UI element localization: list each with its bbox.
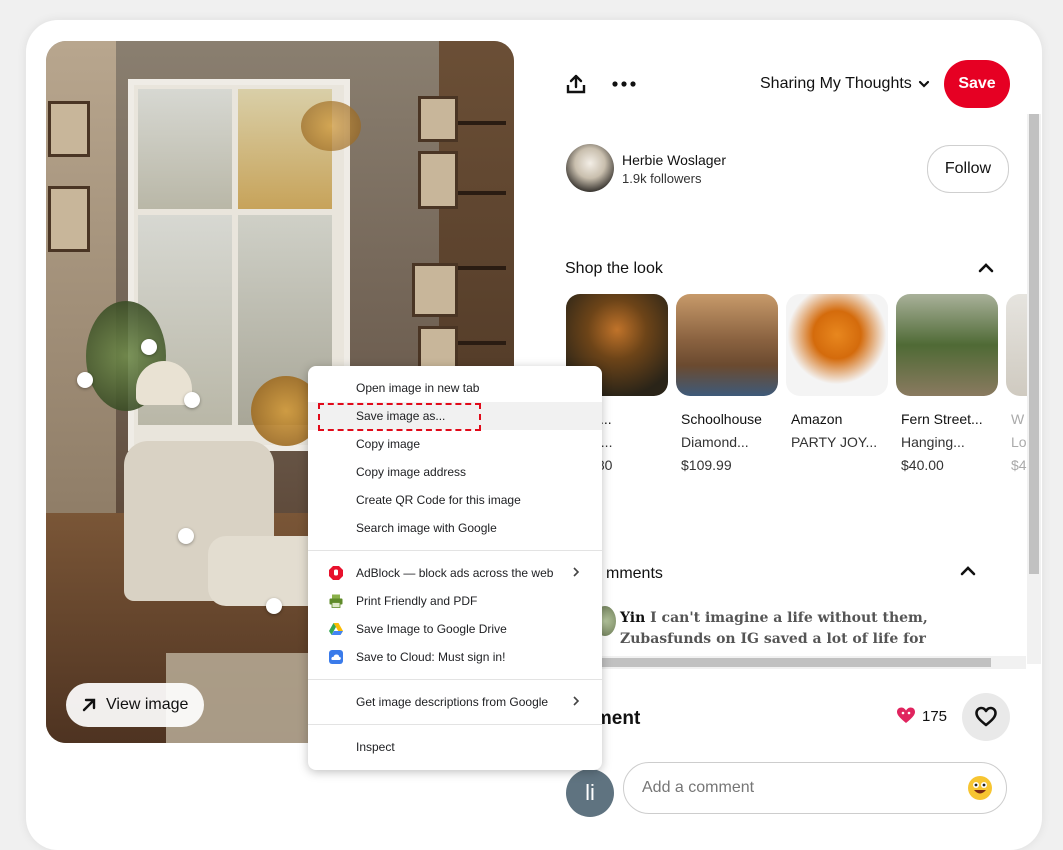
heart-eyes-emoji-icon [897,707,915,723]
print-friendly-icon [329,594,343,608]
save-to-cloud-icon [329,650,343,664]
chevron-up-icon[interactable] [958,561,978,581]
product-name: Fern Street... [901,411,983,427]
product-brand: Hanging... [901,434,965,450]
horizontal-scrollbar[interactable] [586,656,1026,669]
product-thumbnail[interactable] [896,294,998,396]
add-comment-input[interactable] [623,762,1007,814]
reaction-count: 175 [922,707,948,725]
shop-hotspot[interactable] [178,528,194,544]
menu-open-image-new-tab[interactable]: Open image in new tab [308,374,602,402]
product-price: $109.99 [681,457,732,473]
chevron-right-icon [573,696,580,706]
menu-create-qr-code[interactable]: Create QR Code for this image [308,486,602,514]
menu-adblock[interactable]: AdBlock — block ads across the web [308,559,602,587]
author-name[interactable]: Herbie Woslager [622,152,726,168]
react-button[interactable] [962,693,1010,741]
board-name: Sharing My Thoughts [760,75,912,92]
product-brand: Lo [1011,434,1027,450]
board-selector[interactable]: Sharing My Thoughts [760,75,930,93]
browser-context-menu: Open image in new tab Save image as... C… [308,366,602,770]
product-card[interactable]: Amazon PARTY JOY... [786,294,888,450]
product-thumbnail[interactable] [786,294,888,396]
share-button[interactable] [564,72,588,96]
emoji-picker-icon[interactable] [968,776,992,800]
menu-item-label: AdBlock — block ads across the web [356,566,554,580]
menu-item-label: Copy image [356,437,421,451]
product-name: W [1011,411,1025,427]
product-thumbnail[interactable] [1006,294,1028,396]
shop-hotspot[interactable] [266,598,282,614]
comments-title: mments [606,565,663,582]
menu-item-label: Search image with Google [356,521,497,535]
arrow-up-right-icon [82,698,96,712]
save-button[interactable]: Save [944,60,1010,108]
menu-item-label: Copy image address [356,465,467,479]
comment-author[interactable]: Yin [620,610,645,626]
more-dots-icon [612,81,636,87]
menu-item-label: Inspect [356,740,395,754]
vertical-scrollbar[interactable] [1027,114,1041,664]
comment-body: I can't imagine a life without them, Zub… [620,610,928,647]
product-carousel[interactable]: chalo -... b... .80 Schoolhouse Diamond.… [566,294,1028,494]
shop-hotspot[interactable] [77,372,93,388]
view-image-button[interactable]: View image [66,683,205,727]
menu-item-label: Save image as... [356,409,446,423]
heart-outline-icon [975,706,997,727]
shop-hotspot[interactable] [184,392,200,408]
author-followers: 1.9k followers [622,171,702,186]
product-card[interactable]: W Lo $4 [1006,294,1028,473]
follow-button[interactable]: Follow [927,145,1009,193]
product-brand: PARTY JOY... [791,434,878,450]
product-name: Schoolhouse [681,411,762,427]
reaction-summary[interactable]: 175 [896,706,947,726]
product-price: $4 [1011,457,1027,473]
product-price: $40.00 [901,457,944,473]
product-card[interactable]: Schoolhouse Diamond... $109.99 [676,294,778,473]
menu-item-label: Print Friendly and PDF [356,594,478,608]
menu-print-friendly[interactable]: Print Friendly and PDF [308,587,602,615]
menu-copy-image[interactable]: Copy image [308,430,602,458]
product-name: Amazon [791,411,843,427]
chevron-down-icon [918,80,929,88]
menu-save-to-cloud[interactable]: Save to Cloud: Must sign in! [308,643,602,671]
menu-save-image-as[interactable]: Save image as... [308,402,602,430]
menu-item-label: Open image in new tab [356,381,480,395]
product-thumbnail[interactable] [676,294,778,396]
more-options-button[interactable] [610,72,638,96]
menu-item-label: Get image descriptions from Google [356,695,549,709]
view-image-label: View image [106,696,189,713]
google-drive-icon [329,623,343,635]
shop-the-look-title: Shop the look [565,260,663,277]
menu-item-label: Save to Cloud: Must sign in! [356,650,506,664]
current-user-avatar[interactable]: li [566,769,614,817]
shop-hotspot[interactable] [141,339,157,355]
product-card[interactable]: Fern Street... Hanging... $40.00 [896,294,998,473]
menu-get-image-descriptions[interactable]: Get image descriptions from Google [308,688,602,716]
chevron-up-icon[interactable] [976,258,996,278]
share-icon [566,74,586,94]
menu-inspect[interactable]: Inspect [308,733,602,761]
menu-item-label: Create QR Code for this image [356,493,521,507]
menu-save-google-drive[interactable]: Save Image to Google Drive [308,615,602,643]
menu-copy-image-address[interactable]: Copy image address [308,458,602,486]
comment-item: Yin I can't imagine a life without them,… [620,608,1020,650]
chevron-right-icon [573,567,580,577]
adblock-icon [329,566,343,580]
product-brand: Diamond... [681,434,749,450]
menu-item-label: Save Image to Google Drive [356,622,507,636]
author-avatar[interactable] [566,144,614,192]
menu-search-image-google[interactable]: Search image with Google [308,514,602,542]
